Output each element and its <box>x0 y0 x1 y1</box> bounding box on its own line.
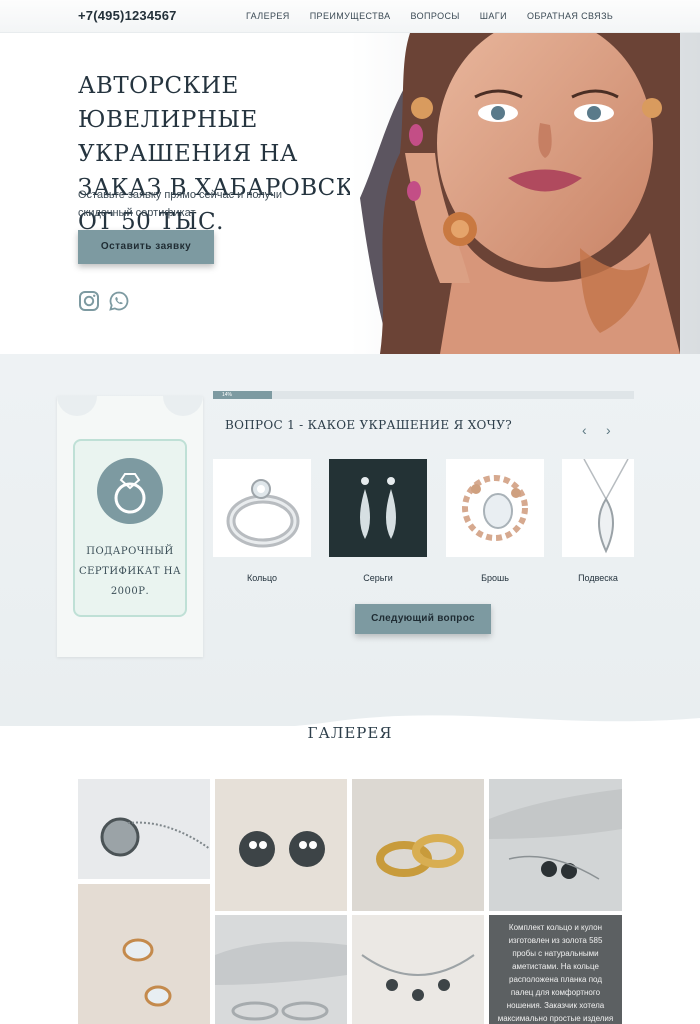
ring-icon <box>97 458 163 524</box>
chevron-left-icon[interactable]: ‹ <box>582 422 587 438</box>
option-label: Кольцо <box>246 573 278 583</box>
gallery-photo[interactable] <box>489 779 622 911</box>
cert-notch <box>163 396 203 416</box>
quiz-section: ПОДАРОЧНЫЙ СЕРТИФИКАТ НА 2000Р. 14% ВОПР… <box>0 354 700 726</box>
quiz-question: ВОПРОС 1 - КАКОЕ УКРАШЕНИЕ Я ХОЧУ? <box>225 418 512 432</box>
nav-item-feedback[interactable]: ОБРАТНАЯ СВЯЗЬ <box>527 11 613 21</box>
nav-item-steps[interactable]: ШАГИ <box>480 11 507 21</box>
quiz-option-ring[interactable]: Кольцо <box>213 459 311 583</box>
earrings-image <box>329 459 427 557</box>
quiz-progress-label: 14% <box>222 392 233 398</box>
pendant-image <box>562 459 634 557</box>
quiz-option-pendant[interactable]: Подвеска <box>562 459 634 583</box>
chevron-right-icon[interactable]: › <box>606 422 611 438</box>
gallery-photo[interactable] <box>78 779 210 879</box>
whatsapp-icon[interactable] <box>108 290 130 312</box>
quiz-option-earrings[interactable]: Серьги <box>329 459 427 583</box>
main-nav: ГАЛЕРЕЯ ПРЕИМУЩЕСТВА ВОПРОСЫ ШАГИ ОБРАТН… <box>246 11 633 21</box>
option-label: Подвеска <box>578 573 618 583</box>
nav-item-questions[interactable]: ВОПРОСЫ <box>411 11 460 21</box>
submit-request-button[interactable]: Оставить заявку <box>78 230 214 264</box>
top-bar: +7(495)1234567 ГАЛЕРЕЯ ПРЕИМУЩЕСТВА ВОПР… <box>0 0 700 33</box>
cert-notch <box>57 396 97 416</box>
nav-item-gallery[interactable]: ГАЛЕРЕЯ <box>246 11 290 21</box>
gallery-photo[interactable] <box>352 779 484 911</box>
hero-subtitle: Оставьте заявку прямо сейчас и получи ск… <box>78 189 282 219</box>
phone-number[interactable]: +7(495)1234567 <box>78 8 177 23</box>
quiz-option-brooch[interactable]: Брошь <box>446 459 544 583</box>
hero-section: АВТОРСКИЕ ЮВЕЛИРНЫЕ УКРАШЕНИЯ НА ЗАКАЗ В… <box>0 33 700 354</box>
quiz-progress-bar <box>213 391 634 399</box>
gallery-photo[interactable] <box>215 779 347 911</box>
gallery-title: ГАЛЕРЕЯ <box>307 724 393 742</box>
instagram-icon[interactable] <box>78 290 100 312</box>
brooch-image <box>446 459 544 557</box>
hero-model-photo <box>350 33 700 354</box>
option-label: Серьги <box>363 573 393 583</box>
gift-certificate-card: ПОДАРОЧНЫЙ СЕРТИФИКАТ НА 2000Р. <box>57 396 203 657</box>
nav-item-advantages[interactable]: ПРЕИМУЩЕСТВА <box>310 11 391 21</box>
ring-image <box>213 459 311 557</box>
gallery-photo[interactable] <box>352 915 484 1024</box>
certificate-text: ПОДАРОЧНЫЙ СЕРТИФИКАТ НА 2000Р. <box>78 546 182 597</box>
gallery-photo[interactable] <box>78 884 210 1024</box>
gallery-caption: Комплект кольцо и кулон изготовлен из зо… <box>489 915 622 1024</box>
next-question-button[interactable]: Следующий вопрос <box>355 604 491 634</box>
gallery-photo[interactable] <box>215 915 347 1024</box>
option-label: Брошь <box>481 573 509 583</box>
